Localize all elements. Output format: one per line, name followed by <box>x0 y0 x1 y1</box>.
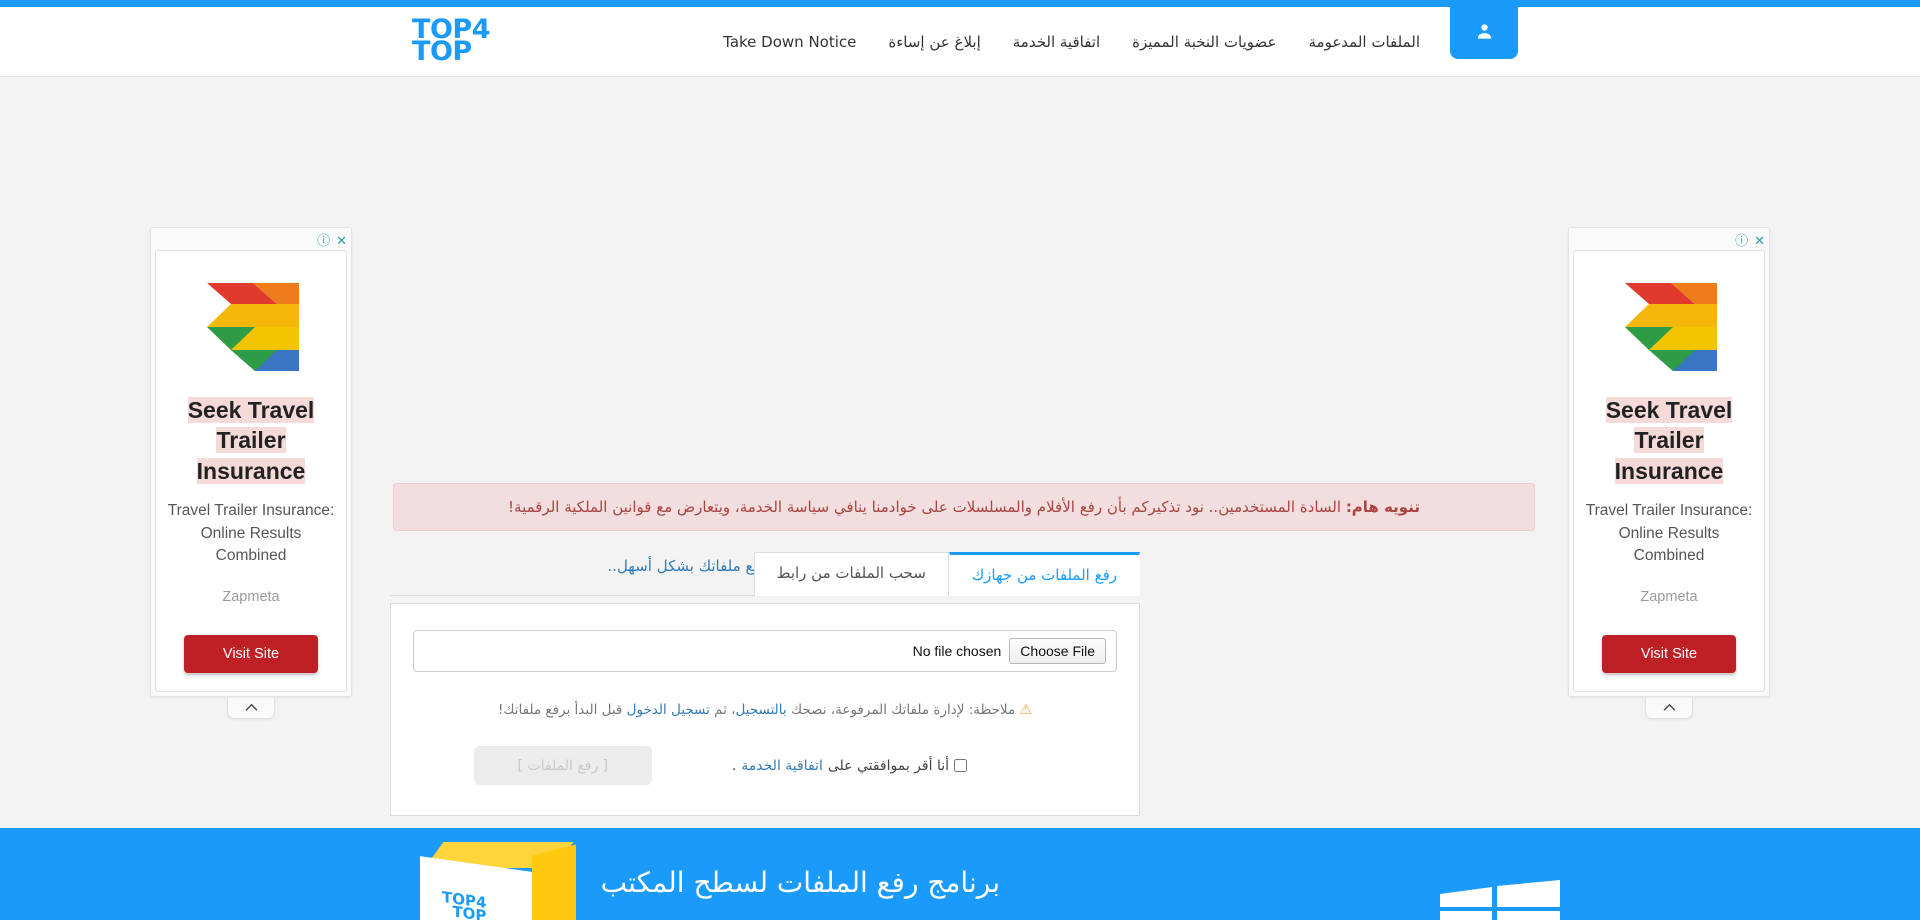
ad-controls-right: ⓘ ✕ <box>1573 232 1765 250</box>
close-icon[interactable]: ✕ <box>1754 235 1765 248</box>
page-body: ⓘ ✕ Seek Travel Trailer Insurance Travel… <box>0 77 1920 816</box>
desktop-app-promo-inner: TOP4 TOP برنامج رفع الملفات لسطح المكتب <box>0 828 1920 920</box>
file-input-row[interactable]: Choose File No file chosen <box>413 630 1117 672</box>
ad-visit-site-button[interactable]: Visit Site <box>184 635 318 674</box>
submit-upload-button[interactable]: [ رفع الملفات ] <box>473 746 652 785</box>
close-icon[interactable]: ✕ <box>336 235 347 248</box>
registration-note: ⚠ ملاحظة: لإدارة ملفاتك المرفوعة، نصحك ب… <box>413 702 1117 718</box>
ad-advertiser: Zapmeta <box>222 589 280 606</box>
ad-panel-right: ⓘ ✕ Seek Travel Trailer Insurance Travel… <box>1568 227 1770 720</box>
terms-text-before: أنا أقر بموافقتي على <box>827 757 949 774</box>
upload-panel: Choose File No file chosen ⚠ ملاحظة: لإد… <box>390 603 1140 816</box>
box-side-face <box>532 844 576 920</box>
site-logo[interactable]: TOP4 TOP <box>412 16 490 68</box>
upload-actions-row: أنا أقر بموافقتي على اتفاقية الخدمة. [ ر… <box>413 746 1117 785</box>
terms-agreement-checkbox[interactable] <box>954 759 967 772</box>
choose-file-button[interactable]: Choose File <box>1009 638 1106 664</box>
ad-container-right: ⓘ ✕ Seek Travel Trailer Insurance Travel… <box>1568 227 1770 698</box>
ad-collapse-button-right[interactable] <box>1645 697 1693 720</box>
chevron-logo-icon <box>207 283 299 371</box>
ad-visit-site-button[interactable]: Visit Site <box>1602 635 1736 674</box>
chevron-up-icon <box>245 704 257 712</box>
nav-link-takedown-notice[interactable]: Take Down Notice <box>707 7 872 77</box>
important-notice-alert: تنويه هام: السادة المستخدمين.. نود تذكير… <box>393 483 1535 531</box>
ad-title: Seek Travel Trailer Insurance <box>187 397 315 484</box>
ad-controls-left: ⓘ ✕ <box>155 232 347 250</box>
box-logo: TOP4 TOP <box>442 888 486 920</box>
note-part-2: ، ثم <box>709 702 736 718</box>
ad-description: Travel Trailer Insurance: Online Results… <box>1585 502 1753 565</box>
note-part-1: ملاحظة: لإدارة ملفاتك المرفوعة، نصحك <box>786 702 1016 718</box>
ad-advertiser: Zapmeta <box>1640 589 1698 606</box>
user-account-button[interactable] <box>1450 7 1518 59</box>
nav-link-elite-membership[interactable]: عضويات النخبة المميزة <box>1116 7 1292 77</box>
upload-tabs: رفع الملفات من جهازك سحب الملفات من رابط <box>390 552 1140 596</box>
ad-description: Travel Trailer Insurance: Online Results… <box>167 502 335 565</box>
ad-card-left[interactable]: Seek Travel Trailer Insurance Travel Tra… <box>155 250 347 693</box>
nav-link-supported-files[interactable]: الملفات المدعومة <box>1293 7 1436 77</box>
ad-title: Seek Travel Trailer Insurance <box>1605 397 1733 484</box>
info-icon[interactable]: ⓘ <box>317 235 330 248</box>
user-icon <box>1475 22 1494 45</box>
alert-strong-label: تنويه هام: <box>1345 498 1420 516</box>
tab-upload-from-device[interactable]: رفع الملفات من جهازك <box>948 552 1140 596</box>
product-box-graphic: TOP4 TOP <box>420 842 590 920</box>
note-part-3: قبل البدأ برفع ملفاتك! <box>497 702 627 718</box>
login-link[interactable]: تسجيل الدخول <box>627 702 710 718</box>
main-navbar: TOP4 TOP الملفات المدعومة عضويات النخبة … <box>0 7 1920 77</box>
nav-links: الملفات المدعومة عضويات النخبة المميزة ا… <box>707 7 1436 76</box>
tab-upload-from-url[interactable]: سحب الملفات من رابط <box>753 552 949 596</box>
warning-icon: ⚠ <box>1019 702 1033 718</box>
ad-collapse-button-left[interactable] <box>227 697 275 720</box>
ad-panel-left: ⓘ ✕ Seek Travel Trailer Insurance Travel… <box>150 227 352 720</box>
ad-container-left: ⓘ ✕ Seek Travel Trailer Insurance Travel… <box>150 227 352 698</box>
nav-link-report-abuse[interactable]: إبلاغ عن إساءة <box>872 7 996 77</box>
register-link[interactable]: بالتسجيل <box>736 702 787 718</box>
terms-text-after: . <box>731 757 737 774</box>
chevron-logo-icon <box>1625 283 1717 371</box>
file-status-label: No file chosen <box>912 643 1002 659</box>
ad-card-right[interactable]: Seek Travel Trailer Insurance Travel Tra… <box>1573 250 1765 693</box>
site-logo-line2: TOP <box>412 36 472 68</box>
info-icon[interactable]: ⓘ <box>1735 235 1748 248</box>
windows-icon <box>1440 880 1560 920</box>
nav-link-terms[interactable]: اتفاقية الخدمة <box>997 7 1116 77</box>
desktop-app-promo: TOP4 TOP برنامج رفع الملفات لسطح المكتب <box>0 828 1920 920</box>
terms-agreement[interactable]: أنا أقر بموافقتي على اتفاقية الخدمة. <box>732 758 967 774</box>
alert-text: السادة المستخدمين.. نود تذكيركم بأن رفع … <box>508 498 1346 516</box>
chevron-up-icon <box>1663 704 1675 712</box>
terms-link[interactable]: اتفاقية الخدمة <box>741 758 823 774</box>
desktop-app-headline: برنامج رفع الملفات لسطح المكتب <box>600 866 1000 899</box>
upload-widget: رفع الملفات من جهازك سحب الملفات من رابط… <box>390 552 1140 816</box>
